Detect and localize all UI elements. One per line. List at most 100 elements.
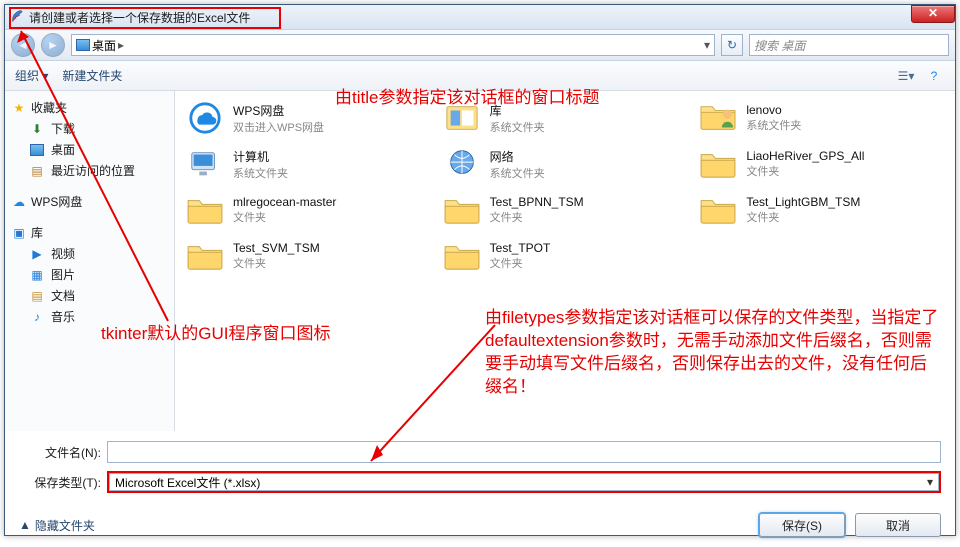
item-icon <box>185 237 225 275</box>
item-icon <box>698 99 738 137</box>
sidebar-wps[interactable]: ☁WPS网盘 <box>11 191 168 212</box>
item-subtitle: 文件夹 <box>746 209 860 225</box>
filename-input[interactable] <box>107 441 941 463</box>
sidebar-item-documents[interactable]: ▤文档 <box>11 285 168 306</box>
sidebar-item-music[interactable]: ♪音乐 <box>11 306 168 327</box>
sidebar: ★ 收藏夹 ⬇下载 桌面 ▤最近访问的位置 ☁WPS网盘 ▣库 ▶视频 ▦图片 … <box>5 91 175 431</box>
file-item[interactable]: 计算机系统文件夹 <box>185 143 432 185</box>
item-name: 网络 <box>490 148 545 165</box>
save-button[interactable]: 保存(S) <box>759 513 845 537</box>
desktop-icon <box>29 142 45 158</box>
organize-menu[interactable]: 组织 ▾ <box>15 67 48 84</box>
item-subtitle: 系统文件夹 <box>490 165 545 181</box>
refresh-button[interactable]: ↻ <box>721 34 743 56</box>
item-subtitle: 文件夹 <box>490 255 551 271</box>
filename-label: 文件名(N): <box>19 444 107 461</box>
item-subtitle: 文件夹 <box>233 209 336 225</box>
item-subtitle: 系统文件夹 <box>233 165 288 181</box>
dialog-body: ★ 收藏夹 ⬇下载 桌面 ▤最近访问的位置 ☁WPS网盘 ▣库 ▶视频 ▦图片 … <box>5 91 955 431</box>
item-icon <box>442 145 482 183</box>
breadcrumb[interactable]: 桌面 ▸ ▾ <box>71 34 715 56</box>
item-name: 计算机 <box>233 148 288 165</box>
breadcrumb-segment: 桌面 <box>92 37 116 54</box>
item-name: WPS网盘 <box>233 102 324 119</box>
toolbar: 组织 ▾ 新建文件夹 ☰▾ ? <box>5 61 955 91</box>
sidebar-item-recent[interactable]: ▤最近访问的位置 <box>11 160 168 181</box>
filetype-value: Microsoft Excel文件 (*.xlsx) <box>115 474 260 491</box>
view-options-button[interactable]: ☰▾ <box>895 65 917 87</box>
item-icon <box>185 191 225 229</box>
file-item[interactable]: 库系统文件夹 <box>442 97 689 139</box>
file-item[interactable]: WPS网盘双击进入WPS网盘 <box>185 97 432 139</box>
sidebar-library-header[interactable]: ▣库 <box>11 222 168 243</box>
video-icon: ▶ <box>29 246 45 262</box>
sidebar-item-downloads[interactable]: ⬇下载 <box>11 118 168 139</box>
sidebar-favorites-header[interactable]: ★ 收藏夹 <box>11 97 168 118</box>
sidebar-item-video[interactable]: ▶视频 <box>11 243 168 264</box>
item-name: 库 <box>490 102 545 119</box>
item-subtitle: 文件夹 <box>233 255 320 271</box>
item-icon <box>442 191 482 229</box>
nav-row: ◄ ► 桌面 ▸ ▾ ↻ 搜索 桌面 <box>5 29 955 61</box>
item-subtitle: 系统文件夹 <box>746 117 801 133</box>
item-name: Test_BPNN_TSM <box>490 195 584 209</box>
item-name: mlregocean-master <box>233 195 336 209</box>
file-item[interactable]: 网络系统文件夹 <box>442 143 689 185</box>
file-item[interactable]: Test_LightGBM_TSM文件夹 <box>698 189 945 231</box>
back-button[interactable]: ◄ <box>11 33 35 57</box>
document-icon: ▤ <box>29 288 45 304</box>
file-item[interactable]: Test_SVM_TSM文件夹 <box>185 235 432 277</box>
filetype-label: 保存类型(T): <box>19 474 107 491</box>
help-button[interactable]: ? <box>923 65 945 87</box>
file-item[interactable]: Test_BPNN_TSM文件夹 <box>442 189 689 231</box>
window-title: 请创建或者选择一个保存数据的Excel文件 <box>29 9 250 26</box>
dialog-bottom: 文件名(N): 保存类型(T): Microsoft Excel文件 (*.xl… <box>5 431 955 507</box>
tk-feather-icon <box>9 9 25 25</box>
dialog-footer: ▲ 隐藏文件夹 保存(S) 取消 <box>5 507 955 547</box>
item-name: Test_LightGBM_TSM <box>746 195 860 209</box>
cloud-icon: ☁ <box>11 194 27 210</box>
item-icon <box>185 145 225 183</box>
chevron-down-icon[interactable]: ▾ <box>704 38 710 52</box>
file-item[interactable]: LiaoHeRiver_GPS_All文件夹 <box>698 143 945 185</box>
titlebar[interactable]: 请创建或者选择一个保存数据的Excel文件 ✕ <box>5 5 955 29</box>
file-item[interactable]: lenovo系统文件夹 <box>698 97 945 139</box>
item-name: LiaoHeRiver_GPS_All <box>746 149 864 163</box>
sidebar-item-desktop[interactable]: 桌面 <box>11 139 168 160</box>
item-subtitle: 文件夹 <box>490 209 584 225</box>
new-folder-button[interactable]: 新建文件夹 <box>62 67 122 84</box>
star-icon: ★ <box>11 100 27 116</box>
item-name: Test_TPOT <box>490 241 551 255</box>
desktop-icon <box>76 39 90 51</box>
file-list[interactable]: WPS网盘双击进入WPS网盘库系统文件夹lenovo系统文件夹计算机系统文件夹网… <box>175 91 955 431</box>
item-icon <box>698 145 738 183</box>
item-name: lenovo <box>746 103 801 117</box>
item-subtitle: 双击进入WPS网盘 <box>233 119 324 135</box>
sidebar-item-pictures[interactable]: ▦图片 <box>11 264 168 285</box>
chevron-up-icon: ▲ <box>19 518 31 532</box>
music-icon: ♪ <box>29 309 45 325</box>
search-input[interactable]: 搜索 桌面 <box>749 34 949 56</box>
item-subtitle: 系统文件夹 <box>490 119 545 135</box>
item-icon <box>442 237 482 275</box>
item-icon <box>185 99 225 137</box>
hide-folders-toggle[interactable]: ▲ 隐藏文件夹 <box>19 517 95 534</box>
save-dialog: 请创建或者选择一个保存数据的Excel文件 ✕ ◄ ► 桌面 ▸ ▾ ↻ 搜索 … <box>4 4 956 536</box>
library-icon: ▣ <box>11 225 27 241</box>
item-icon <box>442 99 482 137</box>
item-subtitle: 文件夹 <box>746 163 864 179</box>
cancel-button[interactable]: 取消 <box>855 513 941 537</box>
chevron-right-icon: ▸ <box>118 38 124 52</box>
file-item[interactable]: mlregocean-master文件夹 <box>185 189 432 231</box>
item-icon <box>698 191 738 229</box>
recent-icon: ▤ <box>29 163 45 179</box>
chevron-down-icon: ▾ <box>927 475 933 489</box>
forward-button[interactable]: ► <box>41 33 65 57</box>
file-item[interactable]: Test_TPOT文件夹 <box>442 235 689 277</box>
item-name: Test_SVM_TSM <box>233 241 320 255</box>
close-button[interactable]: ✕ <box>911 5 955 23</box>
search-placeholder: 搜索 桌面 <box>754 37 805 54</box>
download-icon: ⬇ <box>29 121 45 137</box>
picture-icon: ▦ <box>29 267 45 283</box>
filetype-select[interactable]: Microsoft Excel文件 (*.xlsx) ▾ <box>107 471 941 493</box>
